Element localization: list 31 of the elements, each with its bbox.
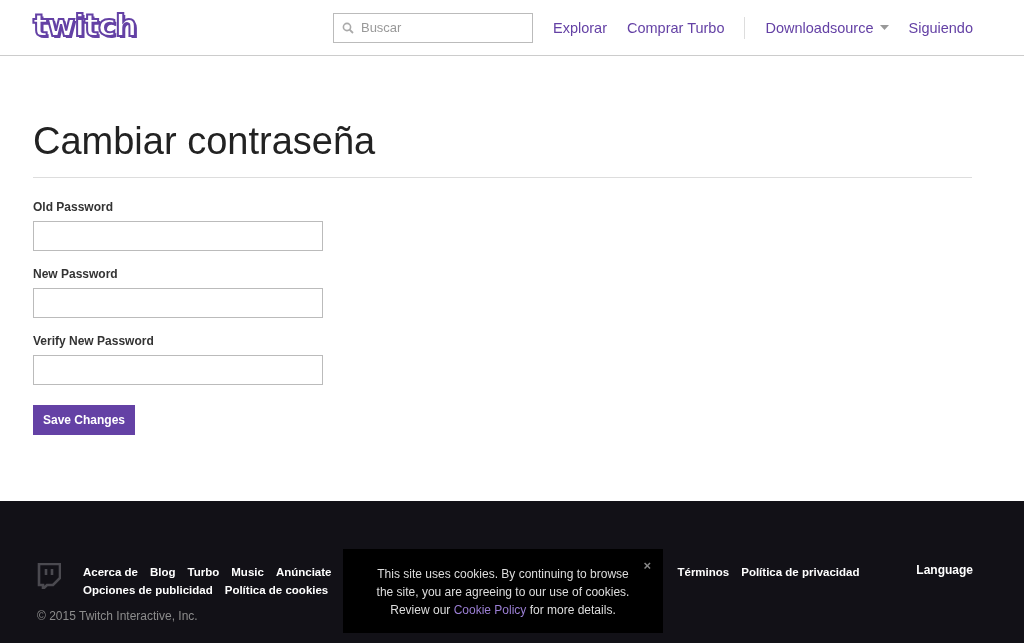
footer-link[interactable]: Acerca de: [83, 563, 138, 581]
search-field[interactable]: Buscar: [332, 12, 533, 43]
field-label: Old Password: [33, 200, 115, 214]
nav-link[interactable]: Explorar: [552, 19, 607, 36]
password-field[interactable]: [33, 221, 323, 251]
chat-bubble-icon: [37, 563, 61, 589]
footer-link[interactable]: Opciones de publicidad: [83, 581, 213, 599]
caret-icon: [879, 25, 889, 30]
close-button[interactable]: ×: [643, 559, 651, 572]
search-icon: [341, 21, 354, 34]
nav-link[interactable]: Comprar Turbo: [626, 19, 725, 36]
footer-link[interactable]: Política de cookies: [224, 581, 329, 599]
logo[interactable]: twitch: [33, 10, 137, 41]
user-menu[interactable]: Downloadsource: [765, 19, 889, 36]
cookie-text: This site uses cookies. By continuing to browse the site, you are agreeing to our use of cookies. Review our Cookie Policy for more details.: [375, 566, 631, 619]
field-label: New Password: [33, 267, 119, 281]
page-title: Cambiar contraseña: [33, 120, 972, 178]
save-button[interactable]: Save Changes: [33, 405, 136, 435]
footer-link[interactable]: Política de privacidad: [741, 563, 860, 581]
language-link[interactable]: Language: [916, 563, 973, 643]
footer-link[interactable]: Términos: [677, 563, 730, 581]
footer-link[interactable]: Music: [231, 563, 264, 581]
footer-link[interactable]: Anúnciate: [275, 563, 332, 581]
cookie-policy-link[interactable]: Cookie Policy: [453, 603, 527, 617]
footer-link[interactable]: Blog: [150, 563, 176, 581]
password-field[interactable]: [33, 288, 323, 318]
copyright: © 2015 Twitch Interactive, Inc.: [37, 609, 198, 623]
footer-link[interactable]: Turbo: [187, 563, 220, 581]
field-label: Verify New Password: [33, 334, 155, 348]
password-field[interactable]: [33, 355, 323, 385]
nav-link[interactable]: Siguiendo: [908, 19, 973, 36]
